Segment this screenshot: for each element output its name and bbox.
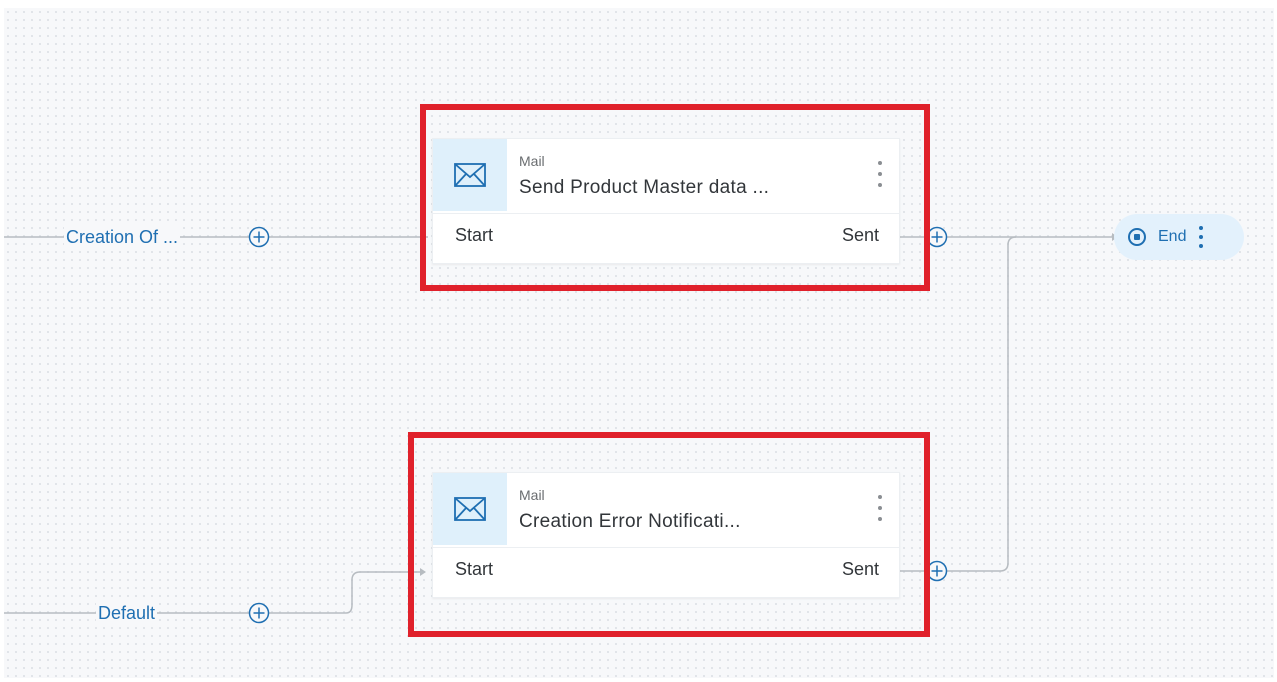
arrowhead-mail2 bbox=[420, 568, 426, 576]
more-options-icon[interactable] bbox=[875, 495, 885, 521]
stop-circle-icon bbox=[1128, 228, 1146, 246]
node-type-label: Mail bbox=[519, 153, 545, 169]
add-step-button-after-mail2[interactable] bbox=[926, 560, 948, 582]
node-title: Send Product Master data ... bbox=[519, 177, 770, 198]
more-options-icon[interactable] bbox=[1198, 226, 1204, 248]
mail-node-send-product-master[interactable]: Mail Send Product Master data ... Start … bbox=[432, 138, 900, 264]
end-label: End bbox=[1158, 228, 1187, 245]
add-step-button-bottom[interactable] bbox=[248, 602, 270, 624]
add-step-button-top[interactable] bbox=[248, 226, 270, 248]
output-port-sent[interactable]: Sent bbox=[842, 225, 879, 246]
mail-icon bbox=[454, 163, 486, 187]
node-title: Creation Error Notificati... bbox=[519, 511, 741, 532]
more-options-icon[interactable] bbox=[875, 161, 885, 187]
end-node[interactable]: End bbox=[1114, 214, 1244, 260]
input-port-start[interactable]: Start bbox=[455, 559, 493, 580]
node-divider bbox=[433, 213, 899, 214]
mail-icon-box bbox=[433, 139, 507, 211]
branch-label-creation[interactable]: Creation Of ... bbox=[64, 226, 181, 248]
branch-label-default[interactable]: Default bbox=[96, 602, 158, 624]
input-port-start[interactable]: Start bbox=[455, 225, 493, 246]
mail-node-creation-error[interactable]: Mail Creation Error Notificati... Start … bbox=[432, 472, 900, 598]
mail-icon bbox=[454, 497, 486, 521]
node-type-label: Mail bbox=[519, 487, 545, 503]
output-port-sent[interactable]: Sent bbox=[842, 559, 879, 580]
node-divider bbox=[433, 547, 899, 548]
mail-icon-box bbox=[433, 473, 507, 545]
add-step-button-after-mail1[interactable] bbox=[926, 226, 948, 248]
